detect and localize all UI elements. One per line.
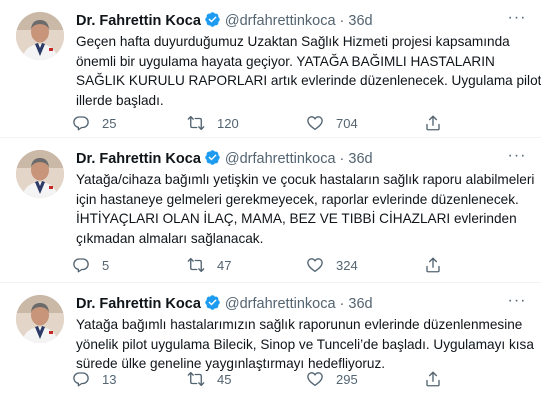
verified-badge-icon xyxy=(204,149,221,172)
share-button[interactable] xyxy=(424,369,442,389)
author-handle[interactable]: @drfahrettinkoca xyxy=(225,296,336,312)
like-button[interactable]: 295 xyxy=(306,369,358,389)
reply-button[interactable]: 5 xyxy=(72,255,109,275)
tweet-text-line: Yatağa bağımlı hastalarımızın sağlık rap… xyxy=(76,317,523,332)
retweet-button[interactable]: 47 xyxy=(187,255,231,275)
tweet-text-line: çıkmadan almaları sağlanacak. xyxy=(76,230,264,246)
tweet-text: Yatağa bağımlı hastalarımızın sağlık rap… xyxy=(76,315,534,374)
avatar[interactable] xyxy=(16,150,64,198)
reply-icon xyxy=(72,114,90,132)
share-icon xyxy=(424,370,442,388)
timestamp[interactable]: 36d xyxy=(348,13,372,29)
reply-count: 13 xyxy=(102,371,117,387)
tweet[interactable]: Dr. Fahrettin Koca @drfahrettinkoca · 36d ·… xyxy=(0,138,541,283)
retweet-button[interactable]: 120 xyxy=(187,113,239,133)
tweet-text-line: illerde başladı. xyxy=(76,92,164,108)
separator: · xyxy=(339,13,345,29)
like-count: 704 xyxy=(336,115,358,131)
like-button[interactable]: 324 xyxy=(306,255,358,275)
reply-button[interactable]: 25 xyxy=(72,113,116,133)
heart-icon xyxy=(306,114,324,132)
tweet-text-line: İHTİYAÇLARI OLAN İLAÇ, MAMA, BEZ VE TIBB… xyxy=(76,211,517,226)
reply-count: 25 xyxy=(102,115,117,131)
author-handle[interactable]: @drfahrettinkoca xyxy=(225,13,336,29)
tweet-text-line: için hastaneye gelmeleri gerekmeyecek, r… xyxy=(76,191,519,207)
tweet-text: Yatağa/cihaza bağımlı yetişkin ve çocuk … xyxy=(76,170,535,248)
tweet[interactable]: Dr. Fahrettin Koca @drfahrettinkoca · 36d ·… xyxy=(0,0,541,138)
more-horizontal-icon[interactable]: ··· xyxy=(507,293,527,314)
separator: · xyxy=(339,296,345,312)
retweet-count: 120 xyxy=(217,115,239,131)
share-button[interactable] xyxy=(424,255,442,275)
reply-button[interactable]: 13 xyxy=(72,369,116,389)
like-count: 324 xyxy=(336,257,358,273)
tweet-text: Geçen hafta duyurduğumuz Uzaktan Sağlık … xyxy=(76,32,541,110)
like-count: 295 xyxy=(336,371,358,387)
timestamp[interactable]: 36d xyxy=(348,296,372,312)
retweet-icon xyxy=(187,370,205,388)
tweet-text-line: SAĞLIK KURULU RAPORLARI artık evlerinde … xyxy=(76,73,541,88)
avatar[interactable] xyxy=(16,12,64,60)
retweet-icon xyxy=(187,256,205,274)
reply-count: 5 xyxy=(102,257,110,273)
share-icon xyxy=(424,256,442,274)
retweet-count: 45 xyxy=(217,371,232,387)
share-icon xyxy=(424,114,442,132)
tweet-actions: 25 120 704 xyxy=(72,113,432,133)
heart-icon xyxy=(306,256,324,274)
separator: · xyxy=(339,151,345,167)
tweet-actions: 13 45 295 xyxy=(72,369,432,389)
author-handle[interactable]: @drfahrettinkoca xyxy=(225,151,336,167)
like-button[interactable]: 704 xyxy=(306,113,358,133)
author-name[interactable]: Dr. Fahrettin Koca xyxy=(76,151,201,167)
tweet-actions: 5 47 324 xyxy=(72,255,432,275)
tweet-text-line: yönelik pilot uygulama Bilecik, Sinop ve… xyxy=(76,336,534,352)
tweet-text-line: önemli bir uygulama hayata geçiyor. YATA… xyxy=(76,53,495,69)
retweet-button[interactable]: 45 xyxy=(187,369,231,389)
tweet[interactable]: Dr. Fahrettin Koca @drfahrettinkoca · 36d ·… xyxy=(0,283,541,414)
tweet-text-line: Geçen hafta duyurduğumuz Uzaktan Sağlık … xyxy=(76,34,510,49)
author-name[interactable]: Dr. Fahrettin Koca xyxy=(76,296,201,312)
share-button[interactable] xyxy=(424,113,442,133)
tweet-header: Dr. Fahrettin Koca @drfahrettinkoca · 36d xyxy=(76,11,525,31)
verified-badge-icon xyxy=(204,11,221,34)
author-name[interactable]: Dr. Fahrettin Koca xyxy=(76,13,201,29)
tweet-text-line: Yatağa/cihaza bağımlı yetişkin ve çocuk … xyxy=(76,172,535,187)
avatar[interactable] xyxy=(16,295,64,343)
more-horizontal-icon[interactable]: ··· xyxy=(507,148,527,169)
verified-badge-icon xyxy=(204,294,221,317)
tweet-header: Dr. Fahrettin Koca @drfahrettinkoca · 36d xyxy=(76,149,525,169)
more-horizontal-icon[interactable]: ··· xyxy=(507,10,527,31)
tweet-header: Dr. Fahrettin Koca @drfahrettinkoca · 36d xyxy=(76,294,525,314)
reply-icon xyxy=(72,370,90,388)
timestamp[interactable]: 36d xyxy=(348,151,372,167)
retweet-icon xyxy=(187,114,205,132)
heart-icon xyxy=(306,370,324,388)
reply-icon xyxy=(72,256,90,274)
retweet-count: 47 xyxy=(217,257,232,273)
